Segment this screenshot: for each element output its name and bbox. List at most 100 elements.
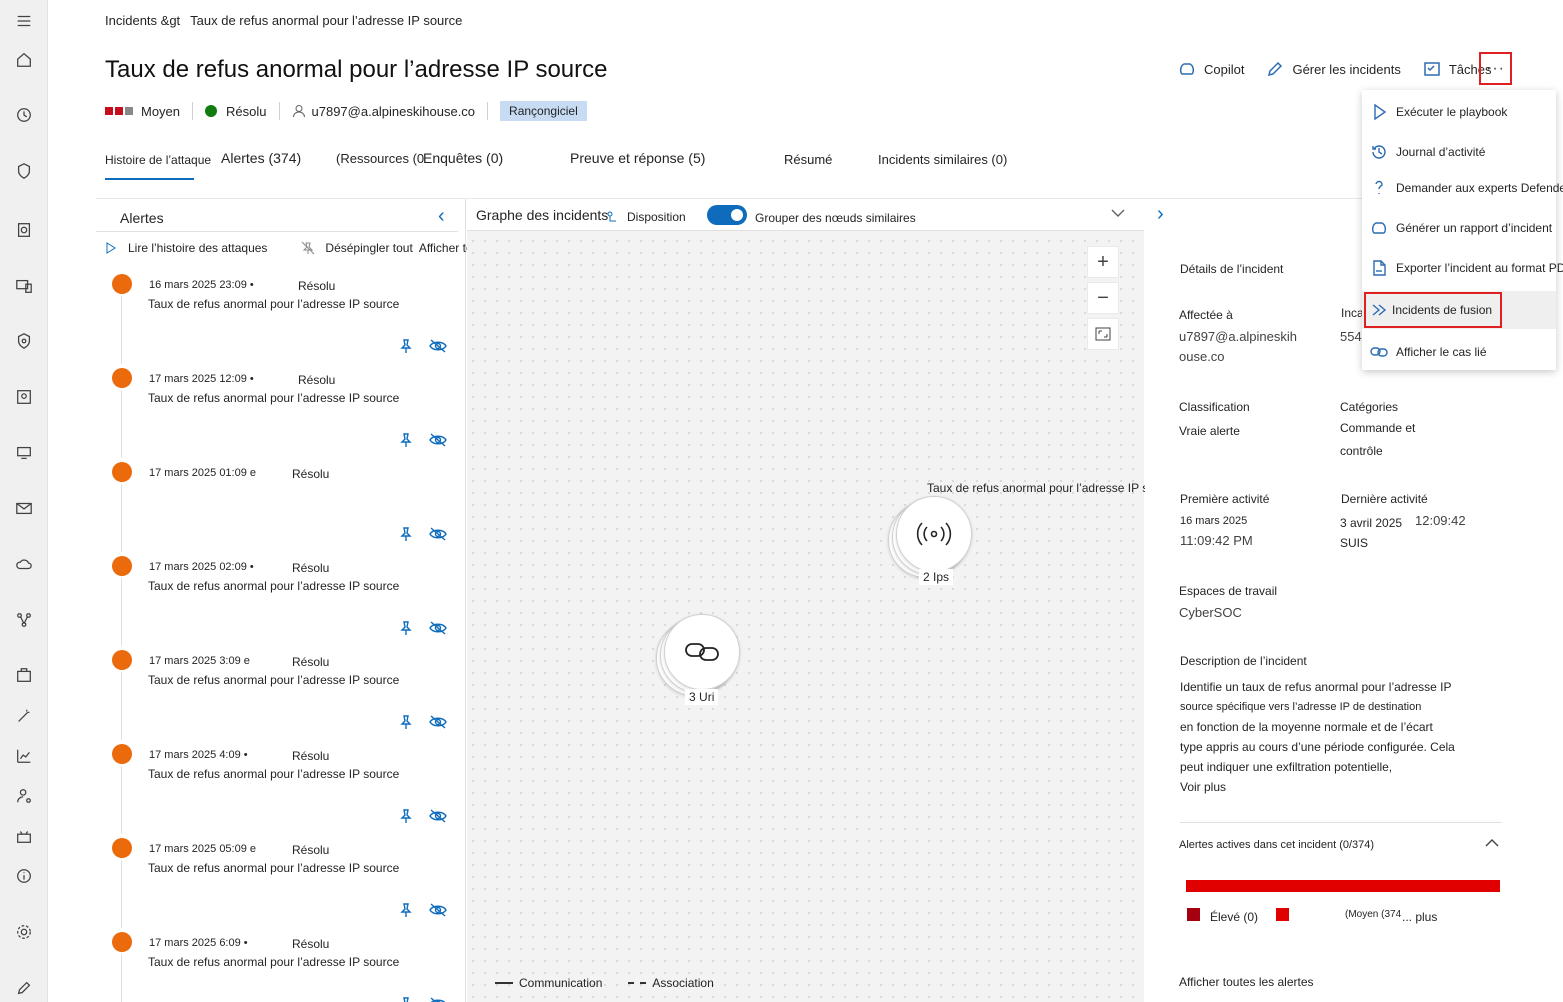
hide-eye-icon[interactable] bbox=[429, 902, 447, 918]
tab-similar-incidents[interactable]: Incidents similaires (0) bbox=[878, 152, 1007, 167]
clock-shield-icon[interactable] bbox=[14, 105, 34, 125]
collapse-left-chevron-icon[interactable]: ‹ bbox=[438, 205, 445, 228]
menu-item-activity-log[interactable]: Journal d’activité bbox=[1362, 133, 1556, 171]
see-more-link[interactable]: Voir plus bbox=[1180, 777, 1470, 797]
chevron-down-icon[interactable] bbox=[1110, 207, 1126, 219]
menu-item-view-linked-case[interactable]: Afficher le cas lié bbox=[1362, 333, 1556, 371]
pin-icon[interactable] bbox=[398, 620, 414, 636]
menu-item-merge-incidents[interactable]: Incidents de fusion bbox=[1362, 291, 1556, 329]
edit-pen-icon[interactable] bbox=[14, 978, 34, 998]
hide-eye-icon[interactable] bbox=[429, 432, 447, 448]
manage-incidents-button[interactable]: Gérer les incidents bbox=[1266, 60, 1401, 78]
group-similar-nodes-toggle[interactable] bbox=[707, 205, 747, 225]
alert-title[interactable]: Taux de refus anormal pour l’adresse IP … bbox=[148, 861, 399, 875]
identities-icon[interactable] bbox=[14, 387, 34, 407]
show-all-alerts-link[interactable]: Afficher toutes les alertes bbox=[1179, 975, 1314, 989]
alerts-panel-divider bbox=[96, 231, 458, 232]
assignee-label[interactable]: u7897@a.alpineskihouse.co bbox=[312, 104, 476, 119]
endpoints-icon[interactable] bbox=[14, 443, 34, 463]
alert-list-item[interactable]: 17 mars 2025 05:09 e Résolu Taux de refus … bbox=[96, 836, 461, 930]
hide-eye-icon[interactable] bbox=[429, 808, 447, 824]
partners-icon[interactable] bbox=[14, 826, 34, 846]
alert-title[interactable]: Taux de refus anormal pour l’adresse IP … bbox=[148, 767, 399, 781]
alert-list-item[interactable]: 16 mars 2025 23:09 • Résolu Taux de refus … bbox=[96, 272, 461, 366]
chevron-up-icon[interactable] bbox=[1484, 837, 1500, 849]
fit-to-screen-button[interactable] bbox=[1087, 318, 1119, 350]
cloud-icon[interactable] bbox=[14, 554, 34, 574]
alert-title[interactable]: Taux de refus anormal pour l’adresse IP … bbox=[148, 579, 399, 593]
pin-icon[interactable] bbox=[398, 338, 414, 354]
hamburger-menu-icon[interactable] bbox=[14, 11, 34, 31]
alert-list-item[interactable]: 17 mars 2025 3:09 e Résolu Taux de refus a… bbox=[96, 648, 461, 742]
user-settings-icon[interactable] bbox=[14, 786, 34, 806]
alert-list-item[interactable]: 17 mars 2025 12:09 • Résolu Taux de refus … bbox=[96, 366, 461, 460]
breadcrumb-incidents-link[interactable]: Incidents &gt bbox=[105, 13, 180, 28]
briefcase-icon[interactable] bbox=[14, 665, 34, 685]
workspace-value: CyberSOC bbox=[1179, 605, 1242, 620]
timeline-line bbox=[121, 578, 122, 646]
hide-eye-icon[interactable] bbox=[429, 996, 447, 1002]
layout-button[interactable]: Disposition bbox=[607, 210, 686, 224]
copilot-button[interactable]: Copilot bbox=[1178, 60, 1244, 78]
play-attack-story-button[interactable]: Lire l’histoire des attaques bbox=[106, 241, 267, 255]
meta-divider bbox=[278, 102, 280, 120]
hide-eye-icon[interactable] bbox=[429, 338, 447, 354]
alert-list-item[interactable]: 17 mars 2025 6:09 • Résolu Taux de refus a… bbox=[96, 930, 461, 1002]
network-icon[interactable] bbox=[14, 610, 34, 630]
menu-item-generate-report[interactable]: Générer un rapport d’incident bbox=[1362, 209, 1556, 247]
zoom-out-button[interactable]: − bbox=[1087, 282, 1119, 314]
alert-list-item[interactable]: 17 mars 2025 02:09 • Résolu Taux de refus … bbox=[96, 554, 461, 648]
devices-icon[interactable] bbox=[14, 276, 34, 296]
menu-item-label: Journal d’activité bbox=[1396, 145, 1486, 159]
ip-node-label: Taux de refus anormal pour l’adresse IP … bbox=[927, 481, 1179, 495]
info-icon[interactable] bbox=[14, 866, 34, 886]
menu-item-label: Générer un rapport d’incident bbox=[1396, 221, 1553, 235]
tab-summary[interactable]: Résumé bbox=[784, 152, 832, 167]
alert-title[interactable]: Taux de refus anormal pour l’adresse IP … bbox=[148, 673, 399, 687]
collapse-right-chevron-icon[interactable]: › bbox=[1157, 203, 1164, 226]
assigned-value-line1: u7897@a.alpineskih bbox=[1179, 329, 1298, 344]
alert-title[interactable]: Taux de refus anormal pour l’adresse IP … bbox=[148, 391, 399, 405]
tab-investigations[interactable]: Enquêtes (0) bbox=[423, 150, 503, 166]
alert-status: Résolu bbox=[292, 749, 330, 763]
timeline-line bbox=[121, 484, 122, 552]
hide-eye-icon[interactable] bbox=[429, 714, 447, 730]
unpin-all-button[interactable]: Désépingler tout bbox=[301, 241, 413, 255]
hide-eye-icon[interactable] bbox=[429, 620, 447, 636]
exposure-icon[interactable] bbox=[14, 331, 34, 351]
alert-status: Résolu bbox=[292, 937, 330, 951]
menu-item-label: Exécuter le playbook bbox=[1396, 105, 1508, 119]
menu-item-run-playbook[interactable]: Exécuter le playbook bbox=[1362, 93, 1556, 131]
zoom-in-button[interactable]: + bbox=[1087, 246, 1119, 278]
investigation-icon[interactable] bbox=[14, 220, 34, 240]
more-actions-button[interactable]: ··· bbox=[1479, 52, 1512, 85]
chart-icon[interactable] bbox=[14, 746, 34, 766]
description-line: type appris au cours d’une période confi… bbox=[1180, 740, 1455, 754]
mail-icon[interactable] bbox=[14, 498, 34, 518]
alert-list-item[interactable]: 17 mars 2025 01:09 e Résolu bbox=[96, 460, 461, 554]
ip-node[interactable] bbox=[888, 496, 972, 580]
pin-icon[interactable] bbox=[398, 902, 414, 918]
pin-icon[interactable] bbox=[398, 526, 414, 542]
tab-evidence-response[interactable]: Preuve et réponse (5) bbox=[570, 150, 705, 166]
home-icon[interactable] bbox=[14, 50, 34, 70]
menu-item-ask-defender-experts[interactable]: Demander aux experts Defender bbox=[1362, 169, 1563, 207]
pin-icon[interactable] bbox=[398, 996, 414, 1002]
pin-icon[interactable] bbox=[398, 432, 414, 448]
hide-eye-icon[interactable] bbox=[429, 526, 447, 542]
url-node[interactable] bbox=[656, 614, 740, 698]
copilot-label: Copilot bbox=[1204, 61, 1245, 77]
alert-title[interactable]: Taux de refus anormal pour l’adresse IP … bbox=[148, 955, 399, 969]
menu-item-export-pdf[interactable]: Exporter l’incident au format PDF bbox=[1362, 249, 1563, 287]
pin-icon[interactable] bbox=[398, 808, 414, 824]
tab-assets[interactable]: (Ressources (0 bbox=[336, 151, 424, 166]
alert-title[interactable]: Taux de refus anormal pour l’adresse IP … bbox=[148, 297, 399, 311]
tab-attack-story[interactable]: Histoire de l’attaque bbox=[105, 153, 211, 180]
shield-icon[interactable] bbox=[14, 161, 34, 181]
graph-legend: Communication Association bbox=[495, 976, 714, 990]
wand-icon[interactable] bbox=[14, 706, 34, 726]
pin-icon[interactable] bbox=[398, 714, 414, 730]
settings-gear-icon[interactable] bbox=[14, 922, 34, 942]
alert-list-item[interactable]: 17 mars 2025 4:09 • Résolu Taux de refus a… bbox=[96, 742, 461, 836]
tab-alerts[interactable]: Alertes (374) bbox=[221, 150, 301, 166]
